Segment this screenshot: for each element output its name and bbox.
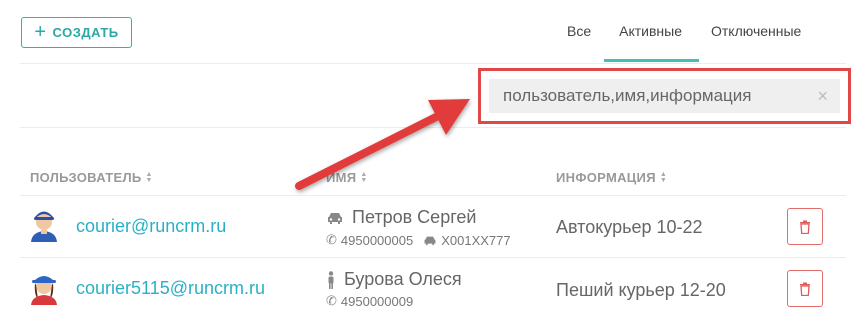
tab-disabled[interactable]: Отключенные (699, 0, 814, 62)
license-plate: Х001ХХ777 (441, 232, 511, 248)
divider (20, 127, 846, 128)
sort-icon: ▲ ▼ (145, 170, 153, 184)
user-info: Автокурьер 10-22 (556, 217, 703, 237)
user-name: Бурова Олеся (326, 269, 462, 290)
search-highlight-frame: × (478, 68, 851, 124)
avatar (31, 276, 57, 305)
tab-all[interactable]: Все (554, 0, 604, 62)
column-header-user-label: ПОЛЬЗОВАТЕЛЬ (30, 170, 142, 185)
divider (20, 195, 846, 196)
clear-icon[interactable]: × (817, 87, 828, 105)
column-header-user[interactable]: ПОЛЬЗОВАТЕЛЬ ▲ ▼ (30, 170, 153, 185)
user-name-text: Петров Сергей (352, 207, 477, 227)
tab-active[interactable]: Активные (604, 0, 699, 62)
delete-button[interactable] (787, 270, 823, 307)
phone-number: 4950000009 (340, 293, 414, 309)
plus-icon: + (34, 20, 47, 43)
phone-icon: ✆ (326, 293, 337, 308)
avatar (31, 211, 57, 242)
user-contact: ✆ 4950000005 Х001ХХ777 (326, 232, 511, 248)
sort-icon: ▲ ▼ (360, 170, 368, 184)
user-email-link[interactable]: courier@runcrm.ru (76, 216, 226, 237)
phone-number: 4950000005 (340, 232, 414, 248)
user-contact: ✆ 4950000009 (326, 293, 413, 309)
user-name-text: Бурова Олеся (344, 269, 462, 289)
user-email-link[interactable]: courier5115@runcrm.ru (76, 278, 265, 299)
user-info: Пеший курьер 12-20 (556, 280, 726, 300)
user-name: Петров Сергей (326, 207, 476, 228)
divider (20, 63, 846, 64)
car-icon (424, 236, 436, 245)
trash-icon (800, 282, 810, 296)
search-field: × (489, 79, 840, 113)
column-header-info-label: ИНФОРМАЦИЯ (556, 170, 656, 185)
divider (20, 257, 846, 258)
column-header-info[interactable]: ИНФОРМАЦИЯ ▲ ▼ (556, 170, 667, 185)
trash-icon (800, 220, 810, 234)
search-input[interactable] (503, 86, 818, 106)
phone-icon: ✆ (326, 232, 337, 247)
status-tabs: Все Активные Отключенные (554, 0, 814, 62)
column-header-name[interactable]: ИМЯ ▲ ▼ (326, 170, 368, 185)
walking-person-icon (328, 270, 334, 289)
sort-icon: ▲ ▼ (659, 170, 668, 184)
car-icon (328, 212, 342, 224)
create-button-label: СОЗДАТЬ (52, 25, 119, 40)
delete-button[interactable] (787, 208, 823, 245)
create-button[interactable]: + СОЗДАТЬ (21, 17, 132, 48)
column-header-name-label: ИМЯ (326, 170, 357, 185)
